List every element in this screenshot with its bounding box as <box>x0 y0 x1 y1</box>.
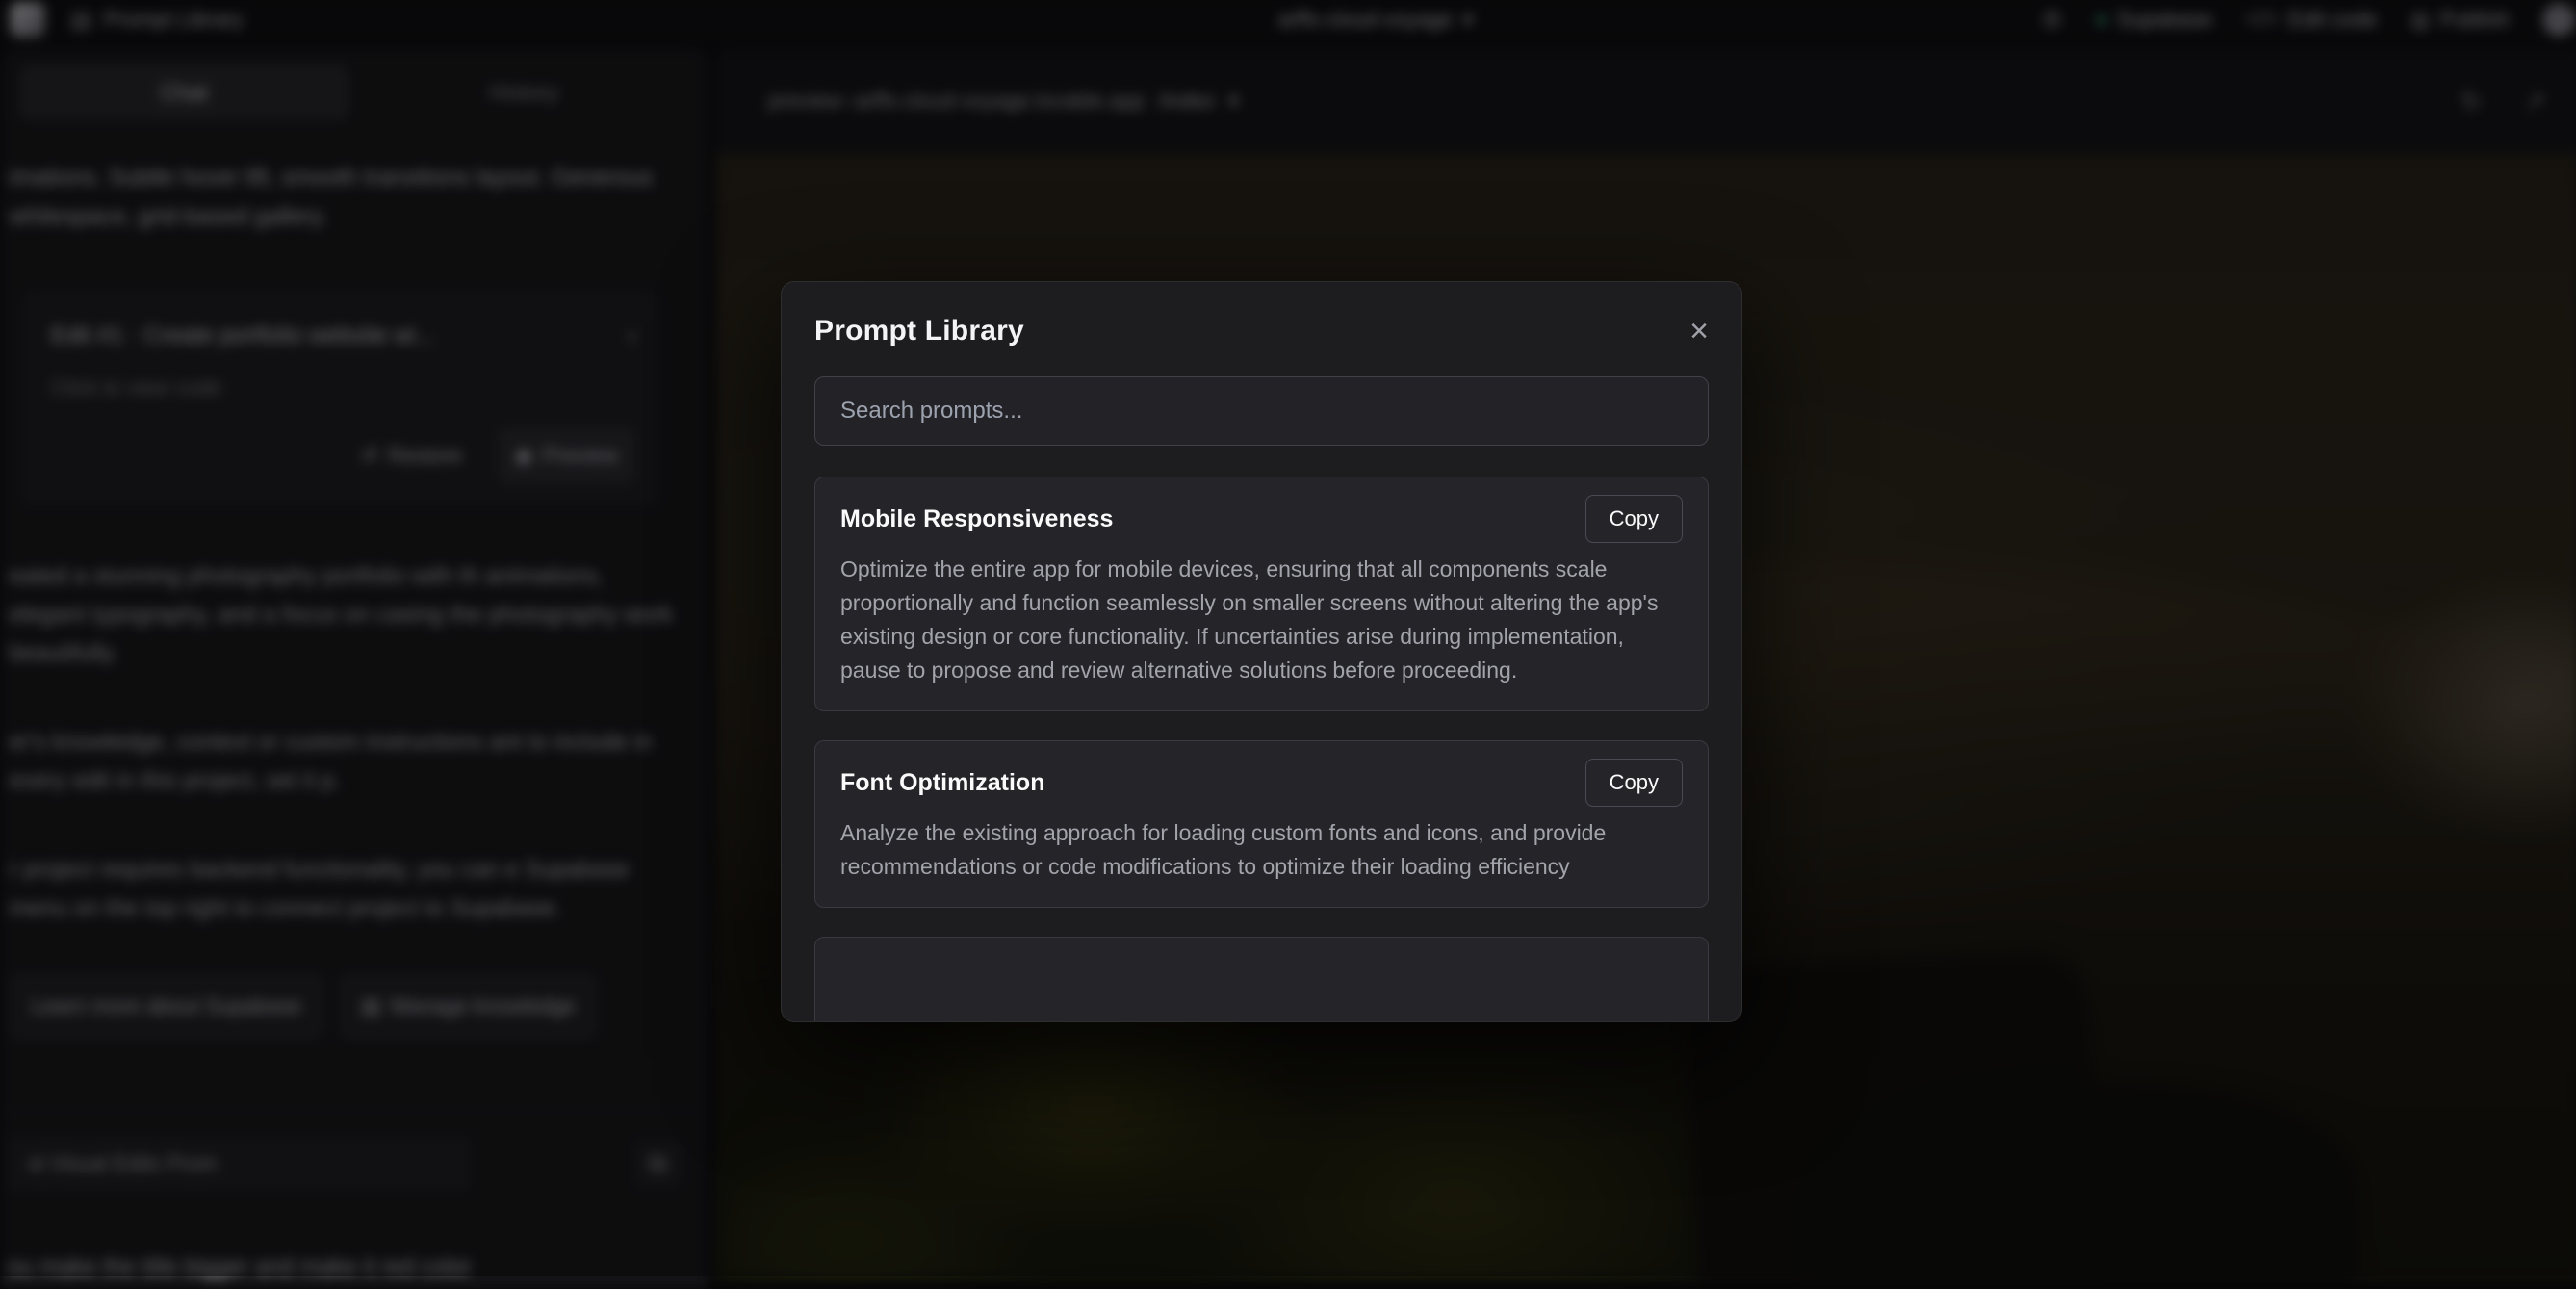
prompt-card: Font Optimization Copy Analyze the exist… <box>814 740 1709 908</box>
prompt-list: Mobile Responsiveness Copy Optimize the … <box>814 477 1709 1022</box>
copy-button[interactable]: Copy <box>1585 759 1683 807</box>
copy-button[interactable]: Copy <box>1585 495 1683 543</box>
prompt-card: Mobile Responsiveness Copy Optimize the … <box>814 477 1709 711</box>
prompt-description: Optimize the entire app for mobile devic… <box>840 553 1683 687</box>
prompt-title: Font Optimization <box>840 769 1044 797</box>
prompt-description: Analyze the existing approach for loadin… <box>840 816 1683 884</box>
search-input[interactable] <box>814 376 1709 446</box>
prompt-card-partial <box>814 937 1709 1022</box>
close-icon[interactable]: × <box>1689 315 1709 348</box>
modal-title: Prompt Library <box>814 315 1024 348</box>
prompt-library-modal: Prompt Library × Mobile Responsiveness C… <box>781 281 1742 1022</box>
prompt-title: Mobile Responsiveness <box>840 505 1113 533</box>
